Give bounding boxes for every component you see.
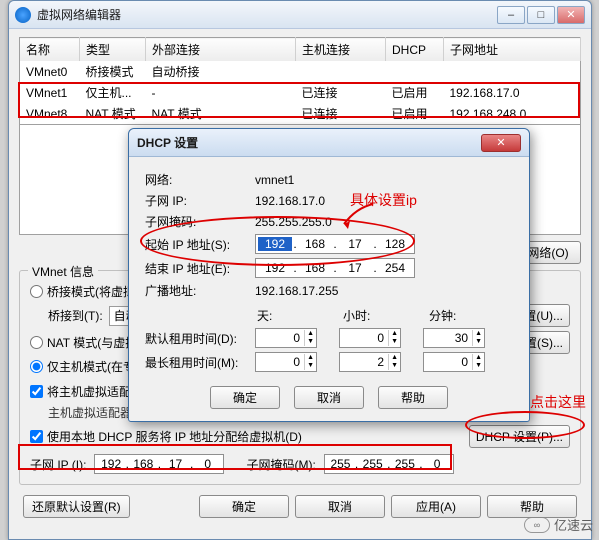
close-button[interactable]: ✕	[557, 6, 585, 24]
dhcp-subnetip-label: 子网 IP:	[145, 192, 255, 209]
default-lease-hour[interactable]: 0▲▼	[339, 328, 401, 348]
dhcp-cancel-button[interactable]: 取消	[294, 386, 364, 409]
nat-mode-radio[interactable]	[30, 336, 43, 349]
watermark-text: 亿速云	[554, 515, 593, 534]
col-min: 分钟:	[427, 307, 513, 324]
dhcp-help-button[interactable]: 帮助	[378, 386, 448, 409]
watermark-icon: ∞	[524, 517, 550, 533]
default-lease-label: 默认租用时间(D):	[145, 330, 255, 347]
minimize-button[interactable]: –	[497, 6, 525, 24]
col-dhcp: DHCP	[386, 38, 444, 62]
subnet-ip-input[interactable]: 192.168.17.0	[94, 454, 224, 474]
table-row[interactable]: VMnet0桥接模式自动桥接	[20, 61, 581, 82]
restore-defaults-button[interactable]: 还原默认设置(R)	[23, 495, 130, 518]
col-name: 名称	[20, 38, 80, 62]
dhcp-mask-label: 子网掩码:	[145, 213, 255, 230]
bridge-to-label: 桥接到(T):	[48, 307, 103, 324]
dhcp-net-value: vmnet1	[255, 173, 294, 187]
default-lease-min[interactable]: 30▲▼	[423, 328, 485, 348]
titlebar[interactable]: 虚拟网络编辑器 – □ ✕	[9, 1, 591, 29]
end-ip-input[interactable]: 192.168.17.254	[255, 258, 415, 278]
max-lease-hour[interactable]: 2▲▼	[339, 352, 401, 372]
dhcp-net-label: 网络:	[145, 171, 255, 188]
start-ip-input[interactable]: 192.168.17.128	[255, 234, 415, 254]
group-legend: VMnet 信息	[28, 263, 98, 280]
col-subnet: 子网地址	[444, 38, 581, 62]
default-lease-day[interactable]: 0▲▼	[255, 328, 317, 348]
host-adapter-checkbox[interactable]	[30, 385, 43, 398]
ok-button[interactable]: 确定	[199, 495, 289, 518]
start-ip-label: 起始 IP 地址(S):	[145, 236, 255, 253]
hostonly-mode-radio[interactable]	[30, 360, 43, 373]
watermark: ∞ 亿速云	[524, 515, 593, 534]
col-day: 天:	[255, 307, 341, 324]
subnet-mask-label: 子网掩码(M):	[246, 456, 315, 473]
cancel-button[interactable]: 取消	[295, 495, 385, 518]
network-table[interactable]: 名称 类型 外部连接 主机连接 DHCP 子网地址 VMnet0桥接模式自动桥接…	[19, 37, 581, 125]
max-lease-day[interactable]: 0▲▼	[255, 352, 317, 372]
col-host: 主机连接	[296, 38, 386, 62]
dhcp-close-button[interactable]: ✕	[481, 134, 521, 152]
end-ip-label: 结束 IP 地址(E):	[145, 260, 255, 277]
broadcast-value: 192.168.17.255	[255, 284, 338, 298]
dhcp-settings-button[interactable]: DHCP 设置(P)...	[469, 425, 570, 448]
dhcp-service-label: 使用本地 DHCP 服务将 IP 地址分配给虚拟机(D)	[47, 428, 302, 445]
apply-button[interactable]: 应用(A)	[391, 495, 481, 518]
dhcp-subnetip-value: 192.168.17.0	[255, 194, 325, 208]
dhcp-mask-value: 255.255.255.0	[255, 215, 332, 229]
col-hour: 小时:	[341, 307, 427, 324]
dhcp-titlebar[interactable]: DHCP 设置 ✕	[129, 129, 529, 157]
max-lease-label: 最长租用时间(M):	[145, 354, 255, 371]
dhcp-ok-button[interactable]: 确定	[210, 386, 280, 409]
dhcp-settings-dialog: DHCP 设置 ✕ 网络:vmnet1 子网 IP:192.168.17.0 子…	[128, 128, 530, 422]
app-icon	[15, 7, 31, 23]
window-title: 虚拟网络编辑器	[37, 6, 495, 23]
dhcp-title: DHCP 设置	[137, 134, 481, 151]
subnet-mask-input[interactable]: 255.255.255.0	[324, 454, 454, 474]
col-external: 外部连接	[146, 38, 296, 62]
maximize-button[interactable]: □	[527, 6, 555, 24]
table-row[interactable]: VMnet1仅主机...-已连接已启用192.168.17.0	[20, 82, 581, 103]
subnet-ip-label: 子网 IP (I):	[30, 456, 86, 473]
col-type: 类型	[80, 38, 146, 62]
table-header-row: 名称 类型 外部连接 主机连接 DHCP 子网地址	[20, 38, 581, 62]
broadcast-label: 广播地址:	[145, 282, 255, 299]
bridge-mode-radio[interactable]	[30, 285, 43, 298]
max-lease-min[interactable]: 0▲▼	[423, 352, 485, 372]
table-row[interactable]: VMnet8NAT 模式NAT 模式已连接已启用192.168.248.0	[20, 103, 581, 125]
dhcp-service-checkbox[interactable]	[30, 430, 43, 443]
